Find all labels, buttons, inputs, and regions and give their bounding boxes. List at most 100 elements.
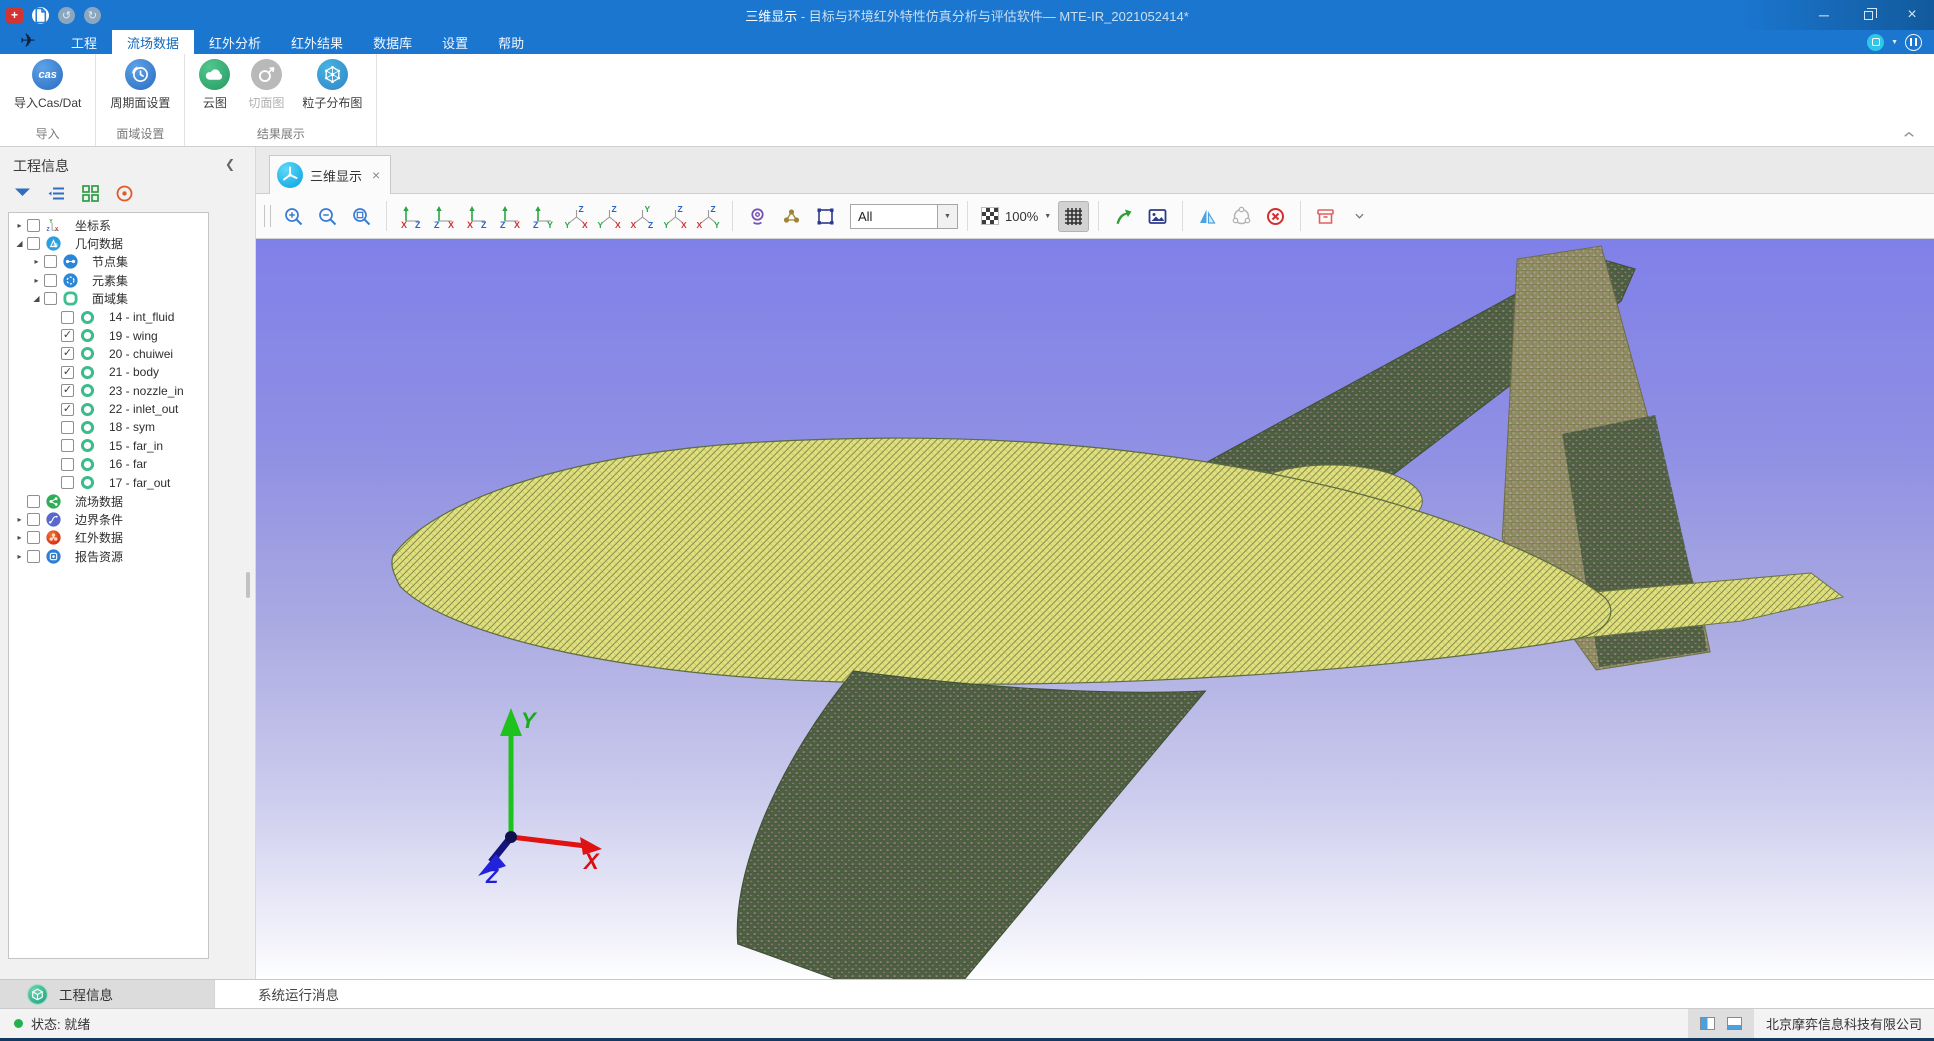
snapshot-button[interactable] — [1142, 201, 1173, 232]
tree-item[interactable]: ✓23 - nozzle_in — [9, 382, 208, 400]
tree-item[interactable]: ▸YZX坐标系 — [9, 216, 208, 234]
share-cloud-button[interactable] — [1226, 201, 1257, 232]
tree-item[interactable]: 16 - far — [9, 455, 208, 473]
tree-item[interactable]: ✓19 - wing — [9, 326, 208, 344]
tree-expander[interactable]: ▸ — [14, 221, 25, 230]
tree-expander[interactable]: ◢ — [14, 239, 25, 248]
cas-button[interactable]: cas导入Cas/Dat — [14, 59, 81, 111]
tree-item[interactable]: ▸红外数据 — [9, 529, 208, 547]
tree-checkbox[interactable] — [27, 219, 40, 232]
tree-checkbox[interactable] — [44, 292, 57, 305]
tree-checkbox[interactable]: ✓ — [61, 329, 74, 342]
view-orientation-7-button[interactable]: ZYX — [594, 202, 624, 230]
tree-item[interactable]: ▸报告资源 — [9, 547, 208, 565]
combo-dropdown-icon[interactable]: ▼ — [937, 205, 957, 228]
view-orientation-5-button[interactable]: ZY — [528, 202, 558, 230]
tree-checkbox[interactable] — [27, 531, 40, 544]
display-filter-combobox[interactable]: All▼ — [850, 204, 958, 229]
tree-item[interactable]: 18 - sym — [9, 418, 208, 436]
tree-expander[interactable]: ▸ — [14, 552, 25, 561]
tree-checkbox[interactable] — [61, 458, 74, 471]
tree-expander[interactable]: ◢ — [31, 294, 42, 303]
maximize-button[interactable] — [1846, 0, 1890, 30]
tab-3d-display[interactable]: 三维显示 × — [269, 155, 391, 194]
viewport-3d[interactable]: Y X Z — [256, 239, 1934, 979]
panel-collapse-button[interactable]: ❮ — [225, 157, 235, 171]
zoom-dropdown-caret[interactable]: ▼ — [1044, 213, 1051, 220]
view-orientation-9-button[interactable]: ZYX — [660, 202, 690, 230]
tree-expander[interactable]: ▸ — [31, 276, 42, 285]
tree-item[interactable]: ◢面域集 — [9, 290, 208, 308]
tree-checkbox[interactable] — [44, 274, 57, 287]
tree-item[interactable]: ◢几何数据 — [9, 234, 208, 252]
manual-button[interactable] — [1905, 34, 1922, 51]
zoom-in-button[interactable] — [278, 201, 309, 232]
tree-checkbox[interactable] — [27, 550, 40, 563]
tree-checkbox[interactable]: ✓ — [61, 366, 74, 379]
redo-button[interactable]: ↻ — [84, 7, 101, 24]
export-view-button[interactable] — [1108, 201, 1139, 232]
tree-checkbox[interactable]: ✓ — [61, 347, 74, 360]
tab-close-icon[interactable]: × — [372, 167, 380, 183]
target-icon[interactable] — [115, 184, 134, 203]
tree-item[interactable]: ▸边界条件 — [9, 510, 208, 528]
locate-camera-button[interactable] — [742, 201, 773, 232]
tree-checkbox[interactable] — [61, 439, 74, 452]
menu-tab-7[interactable]: 帮助 — [483, 30, 539, 54]
menu-tab-5[interactable]: 数据库 — [358, 30, 427, 54]
layout-split-icon[interactable] — [1700, 1017, 1715, 1030]
clear-view-button[interactable] — [1260, 201, 1291, 232]
zoom-fit-button[interactable] — [346, 201, 377, 232]
slice-button[interactable]: 切面图 — [248, 59, 284, 111]
grid-toggle-button[interactable] — [1058, 201, 1089, 232]
view-orientation-1-button[interactable]: XZ — [396, 202, 426, 230]
tree-expander[interactable]: ▸ — [14, 533, 25, 542]
menu-tab-6[interactable]: 设置 — [427, 30, 483, 54]
tree-item[interactable]: 流场数据 — [9, 492, 208, 510]
menu-tab-4[interactable]: 红外结果 — [276, 30, 358, 54]
view-orientation-8-button[interactable]: YXZ — [627, 202, 657, 230]
tree-checkbox[interactable] — [27, 513, 40, 526]
panel-splitter-handle[interactable] — [246, 572, 250, 598]
view-orientation-6-button[interactable]: ZYX — [561, 202, 591, 230]
tree-item[interactable]: ✓20 - chuiwei — [9, 345, 208, 363]
filter-icon[interactable] — [13, 184, 32, 203]
tree-item[interactable]: ✓22 - inlet_out — [9, 400, 208, 418]
view-orientation-2-button[interactable]: ZX — [429, 202, 459, 230]
tree-checkbox[interactable] — [27, 495, 40, 508]
zoom-out-button[interactable] — [312, 201, 343, 232]
tree-checkbox[interactable] — [61, 476, 74, 489]
tree-item[interactable]: 17 - far_out — [9, 473, 208, 491]
zoom-level-selector[interactable]: 100%▼ — [981, 207, 1051, 225]
particle-button[interactable]: 粒子分布图 — [302, 59, 362, 111]
list-icon[interactable] — [47, 184, 66, 203]
layout-bottom-icon[interactable] — [1727, 1017, 1742, 1030]
menu-tab-2[interactable]: 流场数据 — [112, 30, 194, 54]
toolbar-drag-handle[interactable] — [264, 205, 271, 227]
menu-tab-3[interactable]: 红外分析 — [194, 30, 276, 54]
tree-checkbox[interactable]: ✓ — [61, 384, 74, 397]
tree-item[interactable]: 15 - far_in — [9, 437, 208, 455]
package-dropdown-button[interactable] — [1344, 201, 1375, 232]
tree-item[interactable]: ✓21 - body — [9, 363, 208, 381]
close-button[interactable]: × — [1890, 0, 1934, 30]
view-orientation-4-button[interactable]: ZX — [495, 202, 525, 230]
tree-checkbox[interactable] — [44, 255, 57, 268]
theme-button[interactable] — [1867, 34, 1884, 51]
tree-checkbox[interactable]: ✓ — [61, 403, 74, 416]
clock-button[interactable]: 周期面设置 — [110, 59, 170, 111]
view-orientation-3-button[interactable]: XZ — [462, 202, 492, 230]
tree-expander[interactable]: ▸ — [31, 257, 42, 266]
ribbon-collapse-button[interactable] — [1900, 127, 1918, 141]
menu-tab-1[interactable]: 工程 — [56, 30, 112, 54]
tree-checkbox[interactable] — [61, 311, 74, 324]
cloud-button[interactable]: 云图 — [199, 59, 230, 111]
mirror-view-button[interactable] — [1192, 201, 1223, 232]
app-menu-button[interactable]: + — [6, 7, 23, 24]
tree-checkbox[interactable] — [27, 237, 40, 250]
tree-item[interactable]: ▸元素集 — [9, 271, 208, 289]
tree-expander[interactable]: ▸ — [14, 515, 25, 524]
undo-button[interactable]: ↺ — [58, 7, 75, 24]
particle-nodes-button[interactable] — [776, 201, 807, 232]
tree-item[interactable]: ▸节点集 — [9, 253, 208, 271]
